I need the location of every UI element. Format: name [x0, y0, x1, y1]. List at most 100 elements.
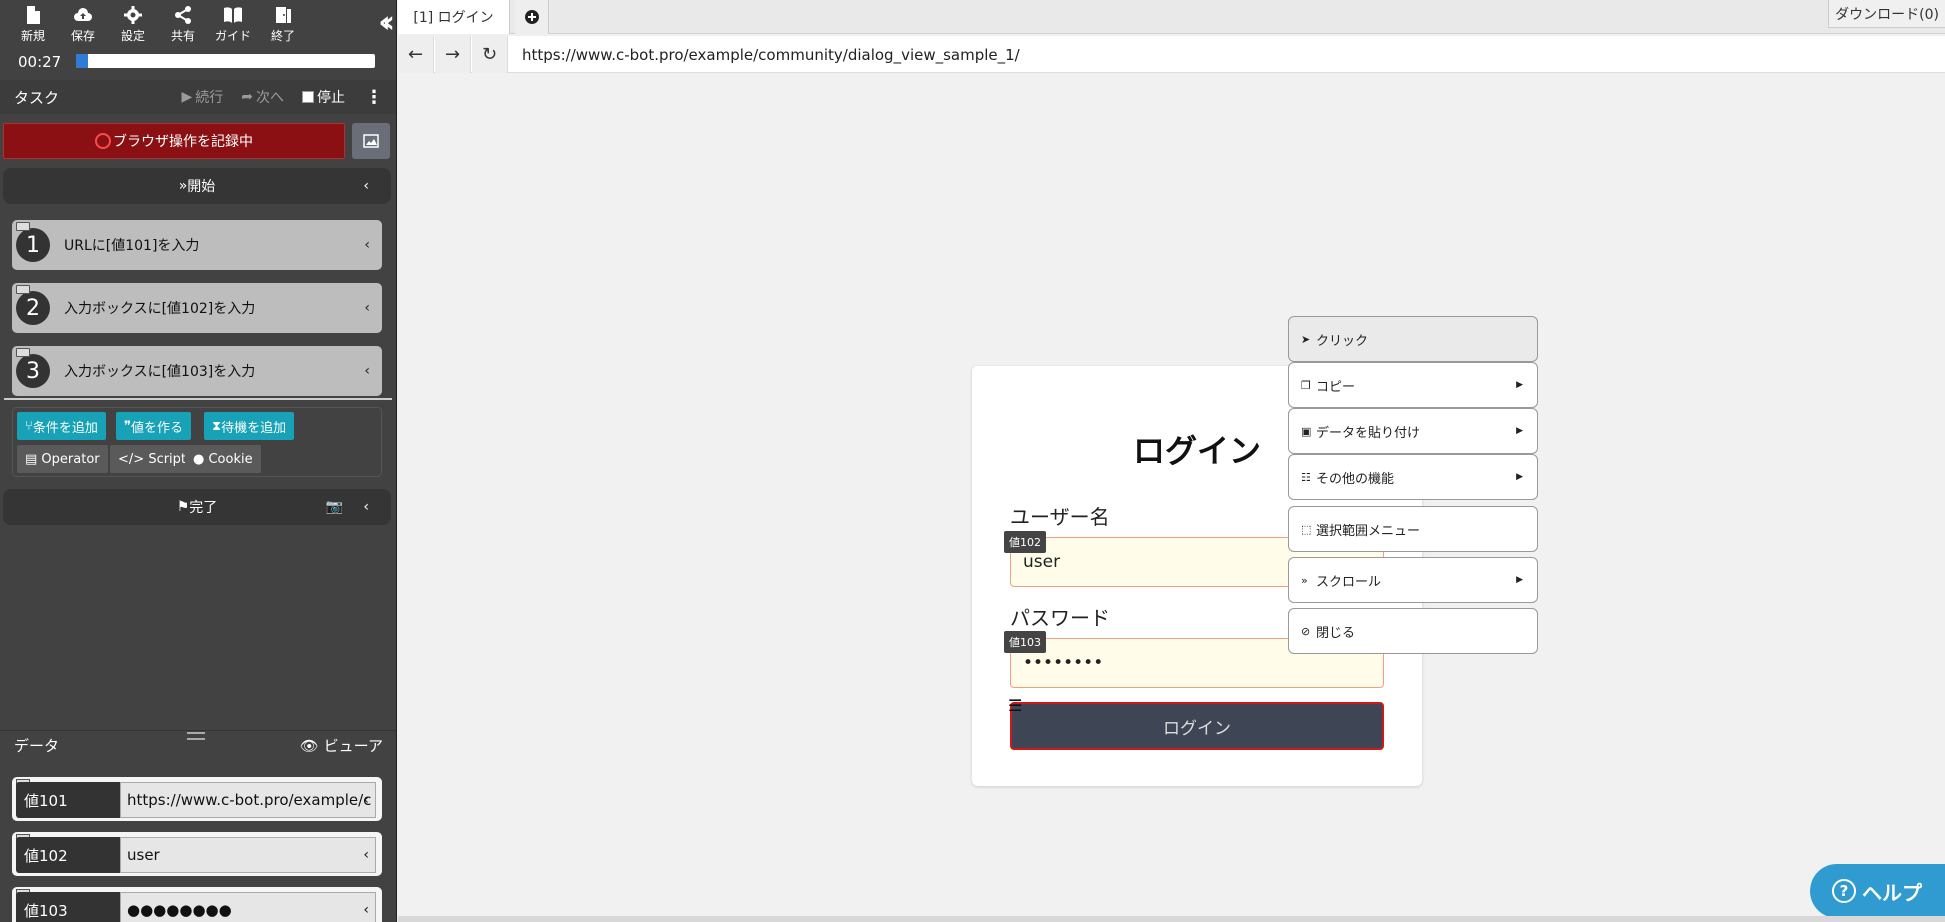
- data-value[interactable]: ●●●●●●●● ‹: [120, 892, 376, 922]
- data-value-text: https://www.c-bot.pro/example/c: [127, 791, 372, 809]
- value-tag: 値103: [1004, 631, 1046, 653]
- chevron-left-icon[interactable]: ‹: [363, 499, 369, 515]
- new-file-icon: [27, 6, 40, 24]
- question-icon: ?: [1832, 879, 1856, 903]
- viewer-label: ビューア: [323, 737, 383, 755]
- data-value-text: ●●●●●●●●: [127, 901, 232, 919]
- exit-icon: [276, 7, 291, 23]
- menu-item-paste[interactable]: ▣ データを貼り付け ▶: [1288, 408, 1538, 454]
- new-label: 新規: [20, 29, 45, 43]
- chevron-left-icon[interactable]: ‹: [364, 237, 370, 253]
- cookie-button[interactable]: ● Cookie: [185, 445, 261, 473]
- step-item[interactable]: 2 入力ボックスに[値102]を入力 ‹: [12, 283, 382, 333]
- help-button[interactable]: ? ヘルプ: [1810, 864, 1945, 918]
- left-panel: 新規 保存 設定 共有 ガイド 終了 ‹‹ 00:27 タスク ▶ 続行 ➦ 次へ: [0, 0, 397, 922]
- menu-item-label: コピー: [1316, 379, 1356, 395]
- operator-label: Operator: [41, 451, 100, 467]
- menu-item-label: 選択範囲メニュー: [1316, 523, 1421, 539]
- stop-checkbox[interactable]: [302, 91, 314, 103]
- hourglass-icon: ⧗: [212, 418, 222, 434]
- chevron-left-icon[interactable]: ‹: [364, 363, 370, 379]
- step-item[interactable]: 3 入力ボックスに[値103]を入力 ‹: [12, 346, 382, 396]
- step-number: 3: [16, 354, 50, 388]
- forward-button[interactable]: →: [435, 36, 471, 73]
- arrow-right-icon: →: [444, 44, 461, 65]
- data-row: 値103 ●●●●●●●● ‹: [12, 887, 382, 922]
- exit-button[interactable]: 終了: [258, 0, 308, 48]
- arrow-left-icon: ←: [407, 44, 424, 65]
- data-title: データ: [14, 737, 60, 755]
- flag-icon: ⚑: [176, 499, 190, 515]
- progress-bar: [76, 54, 375, 68]
- done-label: 完了: [189, 500, 218, 516]
- stop-label: 停止: [317, 90, 345, 106]
- start-section[interactable]: » 開始 ‹: [3, 168, 391, 204]
- eye-icon: 👁: [299, 737, 319, 755]
- done-section[interactable]: ⚑ 完了 📷 ‹: [3, 489, 391, 525]
- menu-item-label: スクロール: [1316, 574, 1382, 590]
- add-condition-button[interactable]: ⑂ 条件を追加: [17, 412, 106, 440]
- camera-icon[interactable]: 📷: [326, 499, 343, 515]
- step-forward-icon: ➦: [241, 89, 253, 105]
- horizontal-scrollbar[interactable]: [398, 916, 1945, 922]
- share-label: 共有: [170, 29, 195, 43]
- continue-button[interactable]: ▶ 続行: [181, 87, 223, 107]
- menu-item-close[interactable]: ⊘ 閉じる: [1288, 608, 1538, 654]
- continue-label: 続行: [195, 90, 224, 106]
- chevron-left-icon[interactable]: ‹: [363, 902, 369, 918]
- step-label: URLに[値101]を入力: [64, 238, 200, 254]
- reload-button[interactable]: ↻: [472, 36, 508, 73]
- hamburger-icon[interactable]: ☰: [1008, 696, 1022, 715]
- double-chevron-left-icon[interactable]: ‹‹: [378, 8, 394, 38]
- back-button[interactable]: ←: [398, 36, 434, 73]
- operator-button[interactable]: ▤ Operator: [17, 445, 108, 473]
- menu-item-copy[interactable]: ❐ コピー ▶: [1288, 362, 1538, 408]
- make-value-button[interactable]: ❞ 値を作る: [116, 412, 192, 440]
- download-button[interactable]: ダウンロード(0): [1828, 0, 1945, 28]
- chevron-left-icon[interactable]: ‹: [363, 178, 369, 194]
- browser-area: [1] ログイン ダウンロード(0) ← → ↻ https://www.c-b…: [398, 0, 1945, 922]
- save-button[interactable]: 保存: [58, 0, 108, 48]
- new-button[interactable]: 新規: [8, 0, 58, 48]
- double-chevron-down-icon: »: [178, 178, 188, 194]
- username-label: ユーザー名: [1010, 505, 1110, 529]
- share-button[interactable]: 共有: [158, 0, 208, 48]
- chevron-left-icon[interactable]: ‹: [363, 792, 369, 808]
- tab-bar: [1] ログイン ダウンロード(0): [398, 0, 1945, 34]
- insertion-line[interactable]: [4, 398, 392, 400]
- menu-item-scroll[interactable]: » スクロール ▶: [1288, 557, 1538, 603]
- data-value[interactable]: user ‹: [120, 837, 376, 873]
- guide-button[interactable]: ガイド: [208, 0, 258, 48]
- task-header: タスク ▶ 続行 ➦ 次へ 停止 ⋮: [0, 80, 396, 114]
- add-tab-button[interactable]: [515, 0, 549, 34]
- settings-button[interactable]: 設定: [108, 0, 158, 48]
- data-name: 値102: [16, 837, 120, 873]
- menu-item-label: 閉じる: [1316, 625, 1356, 641]
- stop-toggle[interactable]: 停止: [302, 87, 345, 107]
- viewer-button[interactable]: 👁 ビューア: [300, 735, 383, 756]
- selection-icon: ⬚: [1301, 522, 1312, 536]
- kebab-menu-icon[interactable]: ⋮: [365, 87, 383, 108]
- exit-label: 終了: [270, 29, 295, 43]
- branch-icon: ⑂: [25, 418, 33, 434]
- chevron-left-icon[interactable]: ‹: [364, 300, 370, 316]
- record-button[interactable]: ブラウザ操作を記録中: [3, 123, 345, 159]
- cookie-icon: ●: [193, 451, 209, 467]
- url-bar[interactable]: https://www.c-bot.pro/example/community/…: [522, 36, 1020, 73]
- next-button[interactable]: ➦ 次へ: [241, 87, 284, 107]
- chevron-left-icon[interactable]: ‹: [363, 847, 369, 863]
- add-wait-label: 待機を追加: [221, 420, 287, 436]
- image-button[interactable]: [352, 123, 390, 159]
- settings-label: 設定: [120, 29, 145, 43]
- guide-label: ガイド: [214, 29, 251, 43]
- data-value[interactable]: https://www.c-bot.pro/example/c ‹: [120, 782, 376, 818]
- menu-item-selection[interactable]: ⬚ 選択範囲メニュー: [1288, 506, 1538, 552]
- login-button[interactable]: ログイン: [1010, 702, 1384, 750]
- script-button[interactable]: </> Script: [110, 445, 195, 473]
- menu-item-click[interactable]: ➤ クリック: [1288, 316, 1538, 362]
- add-wait-button[interactable]: ⧗ 待機を追加: [204, 412, 295, 440]
- step-item[interactable]: 1 URLに[値101]を入力 ‹: [12, 220, 382, 270]
- nav-bar: ← → ↻ https://www.c-bot.pro/example/comm…: [398, 36, 1945, 73]
- tab-login[interactable]: [1] ログイン: [398, 0, 510, 34]
- menu-item-more[interactable]: ☷ その他の機能 ▶: [1288, 454, 1538, 500]
